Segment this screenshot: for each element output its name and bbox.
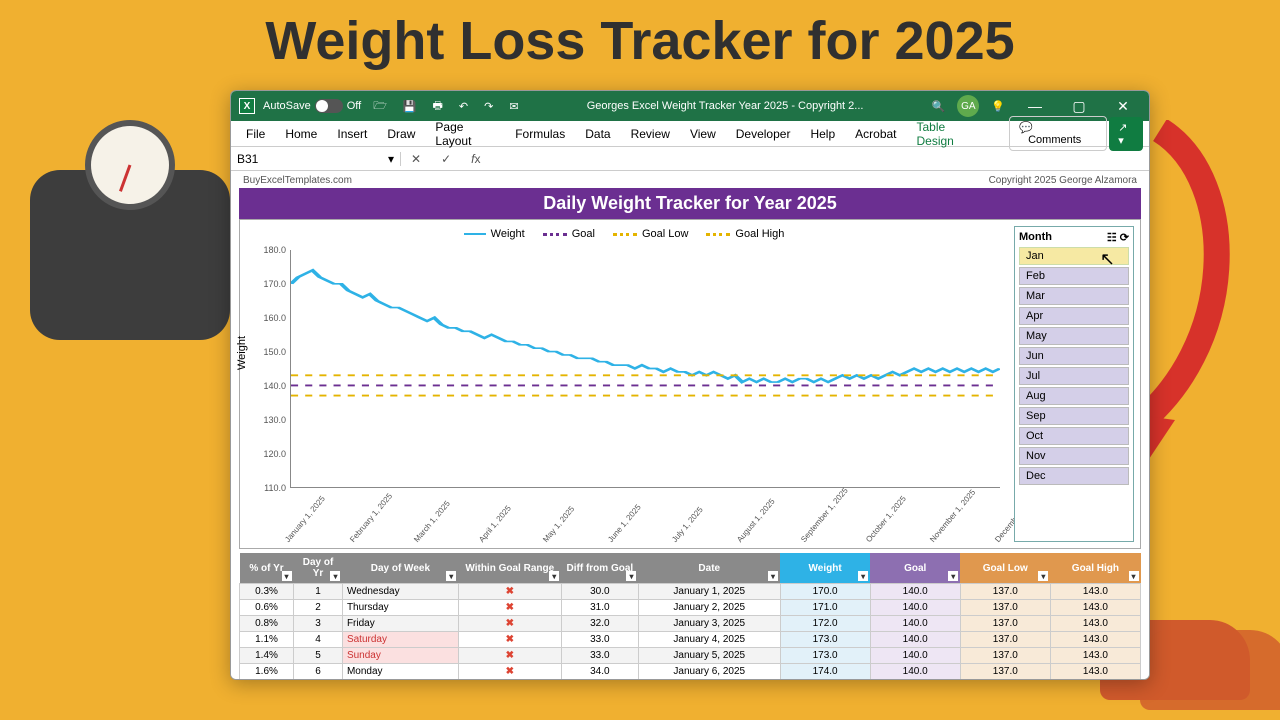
filter-dropdown-icon[interactable]: ▾ [768, 571, 778, 581]
col-pct[interactable]: % of Yr▾ [240, 553, 294, 584]
tab-file[interactable]: File [237, 123, 274, 145]
site-link: BuyExcelTemplates.com [243, 175, 352, 186]
ribbon-tabs: File Home Insert Draw Page Layout Formul… [231, 121, 1149, 147]
slicer-item-sep[interactable]: Sep [1019, 407, 1129, 425]
col-goal[interactable]: Goal▾ [870, 553, 960, 584]
slicer-item-dec[interactable]: Dec [1019, 467, 1129, 485]
copyright-text: Copyright 2025 George Alzamora [989, 175, 1137, 186]
data-table: % of Yr▾Day of Yr▾Day of Week▾Within Goa… [239, 553, 1141, 679]
chevron-down-icon: ▾ [388, 152, 394, 166]
y-axis-label: Weight [236, 336, 248, 370]
maximize-button[interactable]: ▢ [1061, 98, 1097, 115]
print-icon[interactable]: 🖶 [429, 95, 447, 118]
slicer-item-may[interactable]: May [1019, 327, 1129, 345]
autosave-state: Off [347, 100, 361, 112]
slicer-item-jul[interactable]: Jul [1019, 367, 1129, 385]
excel-logo-icon: X [239, 98, 255, 114]
slicer-item-feb[interactable]: Feb [1019, 267, 1129, 285]
slicer-item-jan[interactable]: Jan [1019, 247, 1129, 265]
slicer-item-mar[interactable]: Mar [1019, 287, 1129, 305]
x-axis-ticks: January 1, 2025February 1, 2025March 1, … [290, 490, 1000, 548]
tab-home[interactable]: Home [276, 123, 326, 145]
tab-insert[interactable]: Insert [328, 123, 376, 145]
tab-acrobat[interactable]: Acrobat [846, 123, 905, 145]
cancel-formula-icon[interactable]: ✕ [401, 152, 431, 166]
enter-formula-icon[interactable]: ✓ [431, 152, 461, 166]
open-icon[interactable]: 🗁 [369, 95, 391, 118]
col-high[interactable]: Goal High▾ [1050, 553, 1140, 584]
slicer-item-jun[interactable]: Jun [1019, 347, 1129, 365]
tab-view[interactable]: View [681, 123, 725, 145]
chart-title: Daily Weight Tracker for Year 2025 [239, 188, 1141, 219]
slicer-item-nov[interactable]: Nov [1019, 447, 1129, 465]
slicer-item-oct[interactable]: Oct [1019, 427, 1129, 445]
hero-title: Weight Loss Tracker for 2025 [0, 10, 1280, 72]
col-day[interactable]: Day of Yr▾ [294, 553, 343, 584]
slicer-item-aug[interactable]: Aug [1019, 387, 1129, 405]
fx-icon[interactable]: fx [461, 152, 490, 166]
tab-review[interactable]: Review [622, 123, 679, 145]
col-low[interactable]: Goal Low▾ [960, 553, 1050, 584]
filter-dropdown-icon[interactable]: ▾ [446, 571, 456, 581]
send-icon[interactable]: ✉ [505, 98, 522, 115]
table-row[interactable]: 1.1%4Saturday✖33.0January 4, 2025173.014… [240, 632, 1141, 648]
filter-dropdown-icon[interactable]: ▾ [1129, 571, 1139, 581]
lightbulb-icon[interactable]: 💡 [987, 98, 1009, 115]
tab-draw[interactable]: Draw [378, 123, 424, 145]
autosave-toggle[interactable] [315, 99, 343, 113]
tab-developer[interactable]: Developer [727, 123, 800, 145]
formula-bar: B31▾ ✕ ✓ fx [231, 147, 1149, 171]
col-weight[interactable]: Weight▾ [780, 553, 870, 584]
tab-help[interactable]: Help [801, 123, 844, 145]
table-row[interactable]: 1.6%6Monday✖34.0January 6, 2025174.0140.… [240, 664, 1141, 680]
filter-dropdown-icon[interactable]: ▾ [330, 571, 340, 581]
excel-window: X AutoSave Off 🗁 💾 🖶 ↶ ↷ ✉ Georges Excel… [230, 90, 1150, 680]
col-dow[interactable]: Day of Week▾ [342, 553, 458, 584]
col-date[interactable]: Date▾ [638, 553, 780, 584]
search-icon[interactable]: 🔍 [928, 98, 950, 115]
multiselect-icon[interactable]: ☷ [1107, 232, 1117, 244]
comments-button[interactable]: 💬 Comments [1009, 116, 1107, 151]
chart-legend: Weight Goal Goal Low Goal High [246, 224, 1002, 244]
avatar[interactable]: GA [957, 95, 979, 117]
filter-dropdown-icon[interactable]: ▾ [549, 571, 559, 581]
tab-formulas[interactable]: Formulas [506, 123, 574, 145]
y-axis-ticks: 110.0120.0130.0140.0150.0160.0170.0180.0 [258, 250, 288, 488]
worksheet[interactable]: BuyExcelTemplates.com Copyright 2025 Geo… [231, 171, 1149, 679]
minimize-button[interactable]: — [1017, 98, 1053, 114]
document-title: Georges Excel Weight Tracker Year 2025 -… [531, 100, 920, 112]
table-row[interactable]: 0.3%1Wednesday✖30.0January 1, 2025170.01… [240, 584, 1141, 600]
col-diff[interactable]: Diff from Goal▾ [561, 553, 638, 584]
clear-filter-icon[interactable]: ⟳ [1120, 232, 1129, 244]
table-row[interactable]: 0.8%3Friday✖32.0January 3, 2025172.0140.… [240, 616, 1141, 632]
col-within[interactable]: Within Goal Range▾ [458, 553, 561, 584]
scale-illustration [30, 120, 230, 340]
table-row[interactable]: 1.4%5Sunday✖33.0January 5, 2025173.0140.… [240, 648, 1141, 664]
share-button[interactable]: ↗ ▾ [1109, 117, 1143, 151]
tab-data[interactable]: Data [576, 123, 619, 145]
filter-dropdown-icon[interactable]: ▾ [1038, 571, 1048, 581]
autosave-label: AutoSave [263, 100, 311, 112]
month-slicer: Month ☷ ⟳ Jan Feb Mar Apr May Jun Jul Aug Sep Oct… [1014, 226, 1134, 542]
filter-dropdown-icon[interactable]: ▾ [282, 571, 292, 581]
save-icon[interactable]: 💾 [399, 98, 421, 115]
filter-dropdown-icon[interactable]: ▾ [948, 571, 958, 581]
filter-dropdown-icon[interactable]: ▾ [858, 571, 868, 581]
undo-icon[interactable]: ↶ [455, 98, 472, 115]
name-box[interactable]: B31▾ [231, 152, 401, 166]
table-row[interactable]: 0.6%2Thursday✖31.0January 2, 2025171.014… [240, 600, 1141, 616]
slicer-title: Month [1019, 231, 1052, 244]
slicer-item-apr[interactable]: Apr [1019, 307, 1129, 325]
chart-plot [290, 250, 1000, 488]
redo-icon[interactable]: ↷ [480, 98, 497, 115]
close-button[interactable]: ✕ [1105, 98, 1141, 115]
chart-area[interactable]: Weight Goal Goal Low Goal High Weight 11… [240, 220, 1008, 548]
filter-dropdown-icon[interactable]: ▾ [626, 571, 636, 581]
